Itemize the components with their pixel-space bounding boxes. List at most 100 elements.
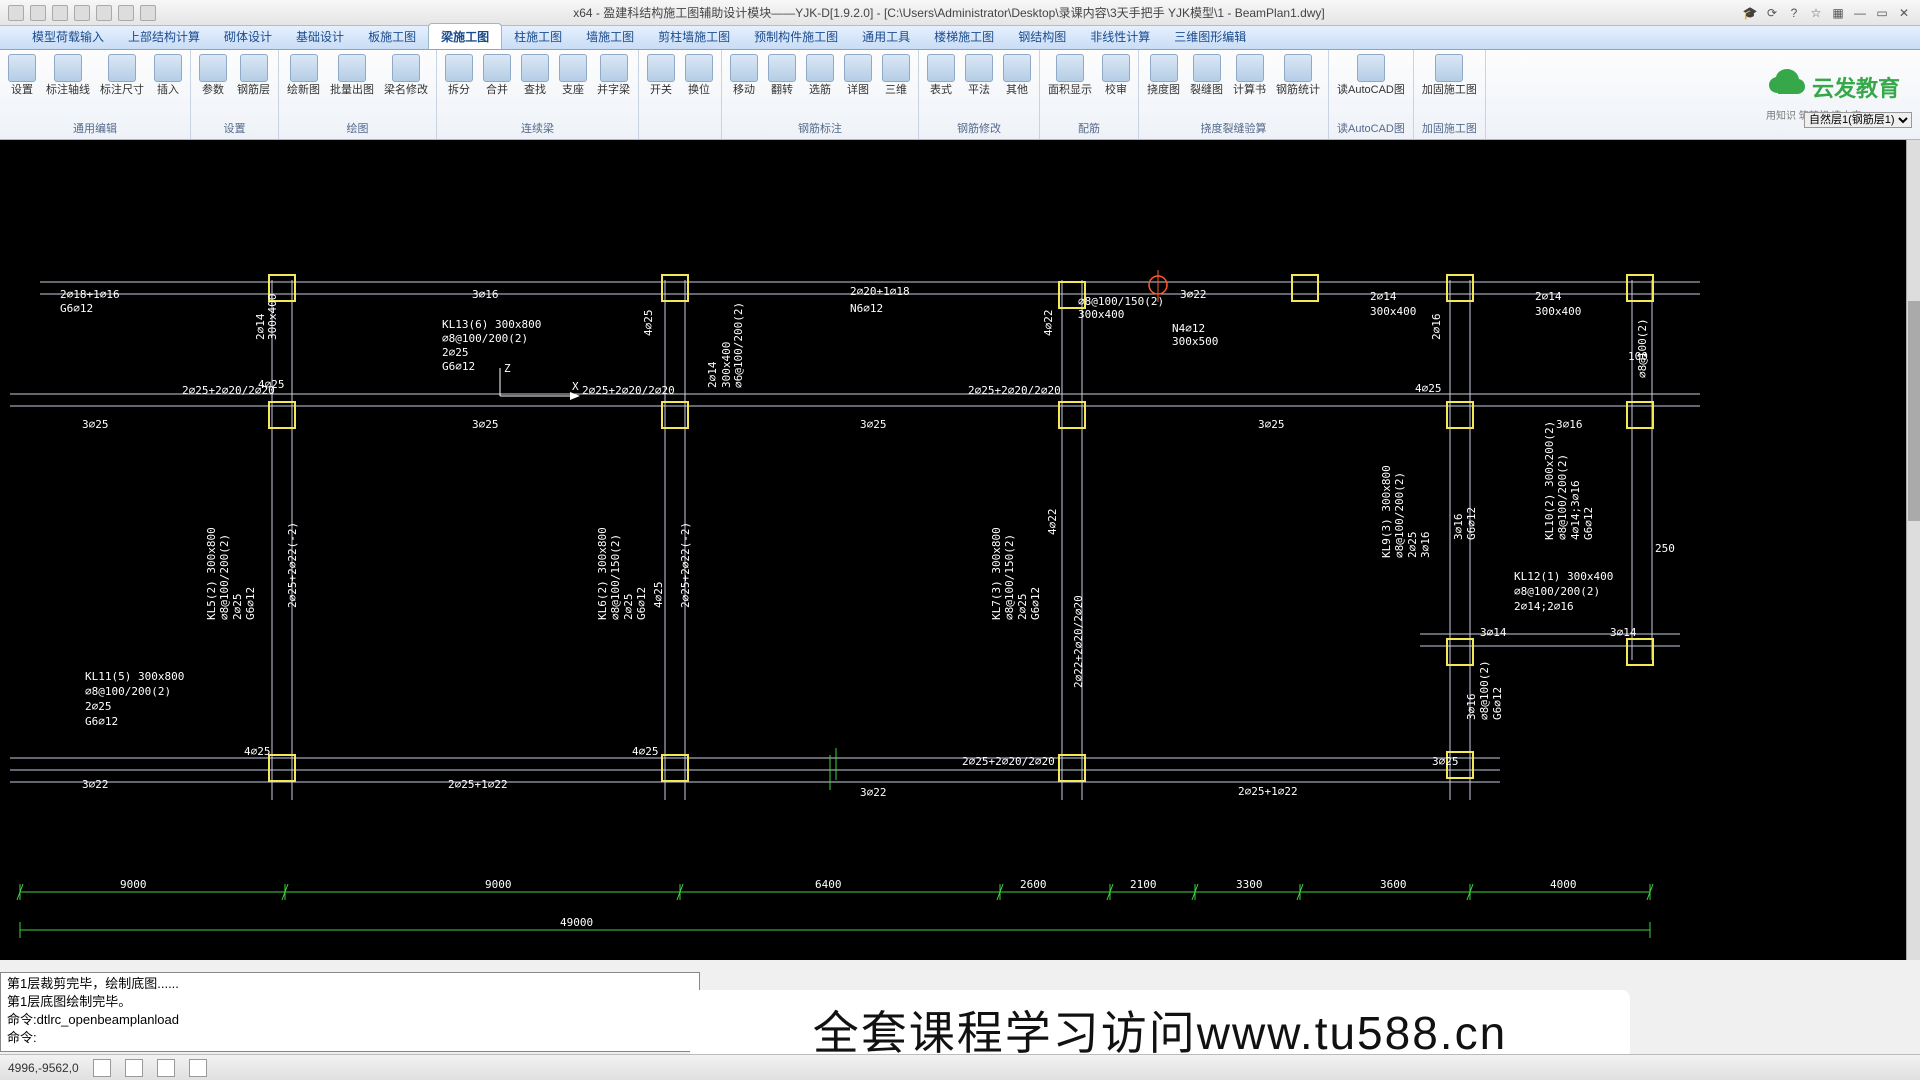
ribbon-group-label: 连续梁 bbox=[441, 120, 634, 137]
tab-通用工具[interactable]: 通用工具 bbox=[850, 24, 922, 49]
snap-toggle[interactable] bbox=[93, 1059, 111, 1077]
graduation-icon[interactable]: 🎓 bbox=[1742, 5, 1758, 21]
qat-save-icon[interactable] bbox=[30, 5, 46, 21]
ribbon-btn-参数[interactable]: 参数 bbox=[195, 52, 231, 98]
tab-预制构件施工图[interactable]: 预制构件施工图 bbox=[742, 24, 850, 49]
tool-icon bbox=[483, 54, 511, 82]
maximize-icon[interactable]: ▭ bbox=[1874, 5, 1890, 21]
minimize-icon[interactable]: — bbox=[1852, 5, 1868, 21]
command-input[interactable] bbox=[37, 1029, 693, 1047]
tool-icon bbox=[1236, 54, 1264, 82]
ribbon-btn-插入[interactable]: 插入 bbox=[150, 52, 186, 98]
ribbon-btn-翻转[interactable]: 翻转 bbox=[764, 52, 800, 98]
ribbon-group: 绘新图批量出图梁名修改绘图 bbox=[279, 50, 437, 139]
ribbon-toolbar: 设置标注轴线标注尺寸插入通用编辑参数钢筋层设置绘新图批量出图梁名修改绘图拆分合并… bbox=[0, 50, 1920, 140]
ribbon-btn-面积显示[interactable]: 面积显示 bbox=[1044, 52, 1096, 98]
svg-text:KL12(1) 300x400: KL12(1) 300x400 bbox=[1514, 570, 1613, 583]
svg-text:⌀8@100/200(2): ⌀8@100/200(2) bbox=[85, 685, 171, 698]
ribbon-btn-梁名修改[interactable]: 梁名修改 bbox=[380, 52, 432, 98]
ribbon-group-label: 设置 bbox=[195, 120, 274, 137]
ribbon-group: 表式平法其他钢筋修改 bbox=[919, 50, 1040, 139]
ribbon-group-label: 钢筋标注 bbox=[726, 120, 914, 137]
ribbon-btn-移动[interactable]: 移动 bbox=[726, 52, 762, 98]
ribbon-btn-开关[interactable]: 开关 bbox=[643, 52, 679, 98]
osnap-toggle[interactable] bbox=[189, 1059, 207, 1077]
ribbon-btn-表式[interactable]: 表式 bbox=[923, 52, 959, 98]
floor-select[interactable]: 自然层1(钢筋层1) bbox=[1804, 112, 1912, 128]
refresh-icon[interactable]: ⟳ bbox=[1764, 5, 1780, 21]
scroll-thumb[interactable] bbox=[1908, 301, 1920, 521]
ribbon-btn-查找[interactable]: 查找 bbox=[517, 52, 553, 98]
svg-text:4⌀14;3⌀16: 4⌀14;3⌀16 bbox=[1569, 480, 1582, 540]
brand-logo: 云发教育 bbox=[1766, 67, 1900, 107]
ribbon-btn-合并[interactable]: 合并 bbox=[479, 52, 515, 98]
tab-板施工图[interactable]: 板施工图 bbox=[356, 24, 428, 49]
settings-icon[interactable]: ▦ bbox=[1830, 5, 1846, 21]
tool-icon bbox=[54, 54, 82, 82]
ribbon-btn-加固施工图[interactable]: 加固施工图 bbox=[1418, 52, 1481, 98]
qat-icon[interactable] bbox=[8, 5, 24, 21]
svg-text:4000: 4000 bbox=[1550, 878, 1577, 891]
ribbon-group-label: 通用编辑 bbox=[4, 120, 186, 137]
ribbon-btn-拆分[interactable]: 拆分 bbox=[441, 52, 477, 98]
ortho-toggle[interactable] bbox=[157, 1059, 175, 1077]
ribbon-btn-钢筋层[interactable]: 钢筋层 bbox=[233, 52, 274, 98]
command-window[interactable]: 第1层裁剪完毕，绘制底图......第1层底图绘制完毕。命令:dtlrc_ope… bbox=[0, 972, 700, 1052]
grid-toggle[interactable] bbox=[125, 1059, 143, 1077]
ribbon-btn-校审[interactable]: 校审 bbox=[1098, 52, 1134, 98]
close-icon[interactable]: ✕ bbox=[1896, 5, 1912, 21]
qat-open-icon[interactable] bbox=[140, 5, 156, 21]
ribbon-btn-标注轴线[interactable]: 标注轴线 bbox=[42, 52, 94, 98]
ribbon-btn-其他[interactable]: 其他 bbox=[999, 52, 1035, 98]
ribbon-btn-绘新图[interactable]: 绘新图 bbox=[283, 52, 324, 98]
ribbon-btn-平法[interactable]: 平法 bbox=[961, 52, 997, 98]
ribbon-group: 挠度图裂缝图计算书钢筋统计挠度裂缝验算 bbox=[1139, 50, 1329, 139]
star-icon[interactable]: ☆ bbox=[1808, 5, 1824, 21]
svg-text:2⌀14: 2⌀14 bbox=[706, 361, 719, 388]
qat-undo-icon[interactable] bbox=[52, 5, 68, 21]
qat-print-icon[interactable] bbox=[96, 5, 112, 21]
tool-icon bbox=[882, 54, 910, 82]
ribbon-btn-批量出图[interactable]: 批量出图 bbox=[326, 52, 378, 98]
tab-非线性计算[interactable]: 非线性计算 bbox=[1078, 24, 1162, 49]
tab-楼梯施工图[interactable]: 楼梯施工图 bbox=[922, 24, 1006, 49]
ribbon-btn-三维[interactable]: 三维 bbox=[878, 52, 914, 98]
ribbon-btn-label: 裂缝图 bbox=[1190, 84, 1223, 96]
tab-砌体设计[interactable]: 砌体设计 bbox=[212, 24, 284, 49]
ribbon-btn-钢筋统计[interactable]: 钢筋统计 bbox=[1272, 52, 1324, 98]
tab-三维图形编辑[interactable]: 三维图形编辑 bbox=[1162, 24, 1258, 49]
svg-text:KL5(2) 300x800: KL5(2) 300x800 bbox=[205, 527, 218, 620]
ribbon-btn-详图[interactable]: 详图 bbox=[840, 52, 876, 98]
vertical-scrollbar[interactable] bbox=[1906, 140, 1920, 960]
ribbon-btn-裂缝图[interactable]: 裂缝图 bbox=[1186, 52, 1227, 98]
svg-text:X: X bbox=[572, 380, 579, 393]
tab-模型荷载输入[interactable]: 模型荷载输入 bbox=[20, 24, 116, 49]
ribbon-btn-挠度图[interactable]: 挠度图 bbox=[1143, 52, 1184, 98]
tab-梁施工图[interactable]: 梁施工图 bbox=[428, 23, 502, 49]
svg-text:3⌀25: 3⌀25 bbox=[860, 418, 887, 431]
qat-new-icon[interactable] bbox=[118, 5, 134, 21]
tab-柱施工图[interactable]: 柱施工图 bbox=[502, 24, 574, 49]
ribbon-btn-标注尺寸[interactable]: 标注尺寸 bbox=[96, 52, 148, 98]
drawing-canvas[interactable]: ZX2⌀18+1⌀16G6⌀123⌀162⌀20+1⌀18N6⌀123⌀22⌀8… bbox=[0, 140, 1920, 960]
ribbon-btn-支座[interactable]: 支座 bbox=[555, 52, 591, 98]
ribbon-btn-label: 拆分 bbox=[448, 84, 470, 96]
tab-墙施工图[interactable]: 墙施工图 bbox=[574, 24, 646, 49]
svg-text:300x400: 300x400 bbox=[1078, 308, 1124, 321]
qat-redo-icon[interactable] bbox=[74, 5, 90, 21]
ribbon-btn-计算书[interactable]: 计算书 bbox=[1229, 52, 1270, 98]
tool-icon bbox=[8, 54, 36, 82]
svg-text:KL11(5) 300x800: KL11(5) 300x800 bbox=[85, 670, 184, 683]
ribbon-btn-并字梁[interactable]: 并字梁 bbox=[593, 52, 634, 98]
svg-text:4⌀22: 4⌀22 bbox=[1042, 310, 1055, 337]
tab-剪柱墙施工图[interactable]: 剪柱墙施工图 bbox=[646, 24, 742, 49]
ribbon-btn-读AutoCAD图[interactable]: 读AutoCAD图 bbox=[1333, 52, 1409, 98]
ribbon-btn-设置[interactable]: 设置 bbox=[4, 52, 40, 98]
ribbon-btn-选筋[interactable]: 选筋 bbox=[802, 52, 838, 98]
ribbon-btn-换位[interactable]: 换位 bbox=[681, 52, 717, 98]
help-icon[interactable]: ? bbox=[1786, 5, 1802, 21]
svg-text:3⌀25: 3⌀25 bbox=[472, 418, 499, 431]
tab-基础设计[interactable]: 基础设计 bbox=[284, 24, 356, 49]
tab-钢结构图[interactable]: 钢结构图 bbox=[1006, 24, 1078, 49]
tab-上部结构计算[interactable]: 上部结构计算 bbox=[116, 24, 212, 49]
